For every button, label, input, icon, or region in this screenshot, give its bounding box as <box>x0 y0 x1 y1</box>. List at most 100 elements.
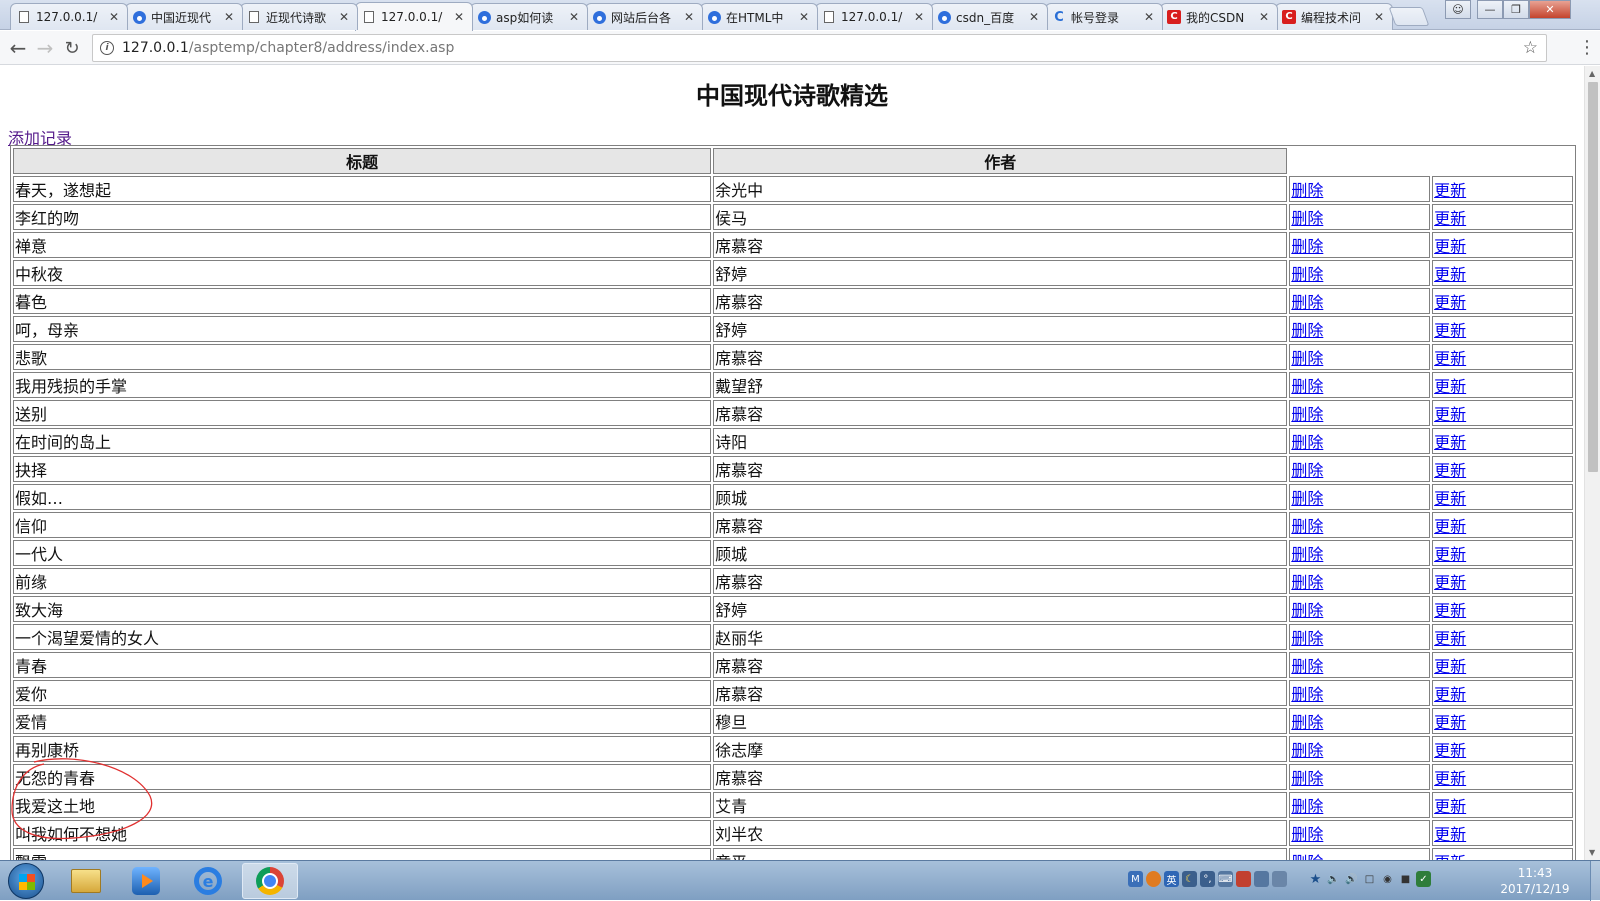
back-button[interactable]: ← <box>6 36 30 60</box>
maximize-button[interactable]: ❐ <box>1503 0 1529 19</box>
vertical-scrollbar[interactable]: ▲ ▼ <box>1584 66 1600 860</box>
ime-moon-icon[interactable]: ☾ <box>1182 871 1197 887</box>
reload-button[interactable]: ↻ <box>60 36 84 60</box>
delete-link[interactable]: 删除 <box>1291 181 1323 200</box>
delete-link[interactable]: 删除 <box>1291 825 1323 844</box>
delete-link[interactable]: 删除 <box>1291 517 1323 536</box>
update-link[interactable]: 更新 <box>1434 377 1466 396</box>
tab-close-icon[interactable]: ✕ <box>682 10 696 24</box>
update-link[interactable]: 更新 <box>1434 657 1466 676</box>
delete-link[interactable]: 删除 <box>1291 405 1323 424</box>
taskbar-app-media-player[interactable] <box>118 863 174 899</box>
browser-menu-icon[interactable]: ⋮ <box>1578 37 1596 59</box>
system-clock[interactable]: 11:43 2017/12/19 <box>1500 865 1570 897</box>
delete-link[interactable]: 删除 <box>1291 237 1323 256</box>
update-link[interactable]: 更新 <box>1434 545 1466 564</box>
new-tab-button[interactable] <box>1388 7 1430 26</box>
ime-skin-icon[interactable] <box>1236 871 1251 887</box>
user-profile-button[interactable]: ☺ <box>1445 0 1471 19</box>
update-link[interactable]: 更新 <box>1434 433 1466 452</box>
update-link[interactable]: 更新 <box>1434 321 1466 340</box>
delete-link[interactable]: 删除 <box>1291 769 1323 788</box>
update-link[interactable]: 更新 <box>1434 461 1466 480</box>
volume-icon[interactable]: 🔈 <box>1326 871 1341 887</box>
update-link[interactable]: 更新 <box>1434 209 1466 228</box>
action-center-icon[interactable]: ■ <box>1398 871 1413 887</box>
address-bar[interactable]: i 127.0.0.1/asptemp/chapter8/address/ind… <box>92 34 1547 62</box>
delete-link[interactable]: 删除 <box>1291 573 1323 592</box>
update-link[interactable]: 更新 <box>1434 349 1466 368</box>
update-link[interactable]: 更新 <box>1434 573 1466 592</box>
forward-button[interactable]: → <box>33 36 57 60</box>
delete-link[interactable]: 删除 <box>1291 293 1323 312</box>
browser-tab[interactable]: 127.0.0.1/ ✕ <box>10 3 128 30</box>
tab-close-icon[interactable]: ✕ <box>452 10 466 24</box>
show-desktop-button[interactable] <box>1590 861 1600 901</box>
tab-close-icon[interactable]: ✕ <box>222 10 236 24</box>
delete-link[interactable]: 删除 <box>1291 321 1323 340</box>
update-link[interactable]: 更新 <box>1434 713 1466 732</box>
ime-english-icon[interactable]: 英 <box>1164 871 1179 887</box>
delete-link[interactable]: 删除 <box>1291 489 1323 508</box>
tab-close-icon[interactable]: ✕ <box>107 10 121 24</box>
delete-link[interactable]: 删除 <box>1291 377 1323 396</box>
ime-m-icon[interactable]: M <box>1128 871 1143 887</box>
tab-close-icon[interactable]: ✕ <box>337 10 351 24</box>
update-link[interactable]: 更新 <box>1434 405 1466 424</box>
antivirus-icon[interactable]: ✓ <box>1416 871 1431 887</box>
update-link[interactable]: 更新 <box>1434 517 1466 536</box>
delete-link[interactable]: 删除 <box>1291 545 1323 564</box>
update-link[interactable]: 更新 <box>1434 181 1466 200</box>
delete-link[interactable]: 删除 <box>1291 265 1323 284</box>
browser-tab[interactable]: 近现代诗歌 ✕ <box>240 3 358 30</box>
delete-link[interactable]: 删除 <box>1291 853 1323 860</box>
tray-app-icon[interactable] <box>1272 871 1287 887</box>
update-link[interactable]: 更新 <box>1434 797 1466 816</box>
delete-link[interactable]: 删除 <box>1291 797 1323 816</box>
network-icon[interactable]: □ <box>1362 871 1377 887</box>
browser-tab[interactable]: 中国近现代 ✕ <box>125 3 243 30</box>
taskbar-app-file-explorer[interactable] <box>58 863 114 899</box>
browser-tab[interactable]: 在HTML中 ✕ <box>700 3 818 30</box>
info-icon[interactable]: i <box>100 41 114 55</box>
update-link[interactable]: 更新 <box>1434 237 1466 256</box>
speaker-icon[interactable]: 🔊 <box>1344 871 1359 887</box>
security-icon[interactable]: ◉ <box>1380 871 1395 887</box>
update-link[interactable]: 更新 <box>1434 629 1466 648</box>
browser-tab[interactable]: C 帐号登录 ✕ <box>1045 3 1163 30</box>
tray-star-icon[interactable]: ★ <box>1308 871 1323 887</box>
delete-link[interactable]: 删除 <box>1291 433 1323 452</box>
update-link[interactable]: 更新 <box>1434 853 1466 860</box>
delete-link[interactable]: 删除 <box>1291 713 1323 732</box>
update-link[interactable]: 更新 <box>1434 769 1466 788</box>
tab-close-icon[interactable]: ✕ <box>1142 10 1156 24</box>
delete-link[interactable]: 删除 <box>1291 461 1323 480</box>
bookmark-star-icon[interactable]: ☆ <box>1523 38 1538 58</box>
update-link[interactable]: 更新 <box>1434 293 1466 312</box>
taskbar-app-internet-explorer[interactable]: e <box>180 863 236 899</box>
delete-link[interactable]: 删除 <box>1291 685 1323 704</box>
update-link[interactable]: 更新 <box>1434 489 1466 508</box>
tab-close-icon[interactable]: ✕ <box>1372 10 1386 24</box>
update-link[interactable]: 更新 <box>1434 685 1466 704</box>
ime-keyboard-icon[interactable]: ⌨ <box>1218 871 1233 887</box>
delete-link[interactable]: 删除 <box>1291 629 1323 648</box>
browser-tab[interactable]: C 我的CSDN ✕ <box>1160 3 1278 30</box>
delete-link[interactable]: 删除 <box>1291 741 1323 760</box>
delete-link[interactable]: 删除 <box>1291 209 1323 228</box>
scroll-up-icon[interactable]: ▲ <box>1589 69 1595 78</box>
minimize-button[interactable]: — <box>1477 0 1503 19</box>
taskbar-app-chrome[interactable] <box>242 863 298 899</box>
tab-close-icon[interactable]: ✕ <box>1027 10 1041 24</box>
ime-punctuation-icon[interactable]: °, <box>1200 871 1215 887</box>
browser-tab[interactable]: 127.0.0.1/ ✕ <box>355 2 473 31</box>
scrollbar-thumb[interactable] <box>1588 82 1598 472</box>
delete-link[interactable]: 删除 <box>1291 657 1323 676</box>
delete-link[interactable]: 删除 <box>1291 601 1323 620</box>
delete-link[interactable]: 删除 <box>1291 349 1323 368</box>
update-link[interactable]: 更新 <box>1434 825 1466 844</box>
browser-tab[interactable]: asp如何读 ✕ <box>470 3 588 30</box>
tab-close-icon[interactable]: ✕ <box>567 10 581 24</box>
browser-tab[interactable]: C 编程技术问 ✕ <box>1275 3 1393 30</box>
ime-ball-icon[interactable] <box>1146 871 1161 887</box>
